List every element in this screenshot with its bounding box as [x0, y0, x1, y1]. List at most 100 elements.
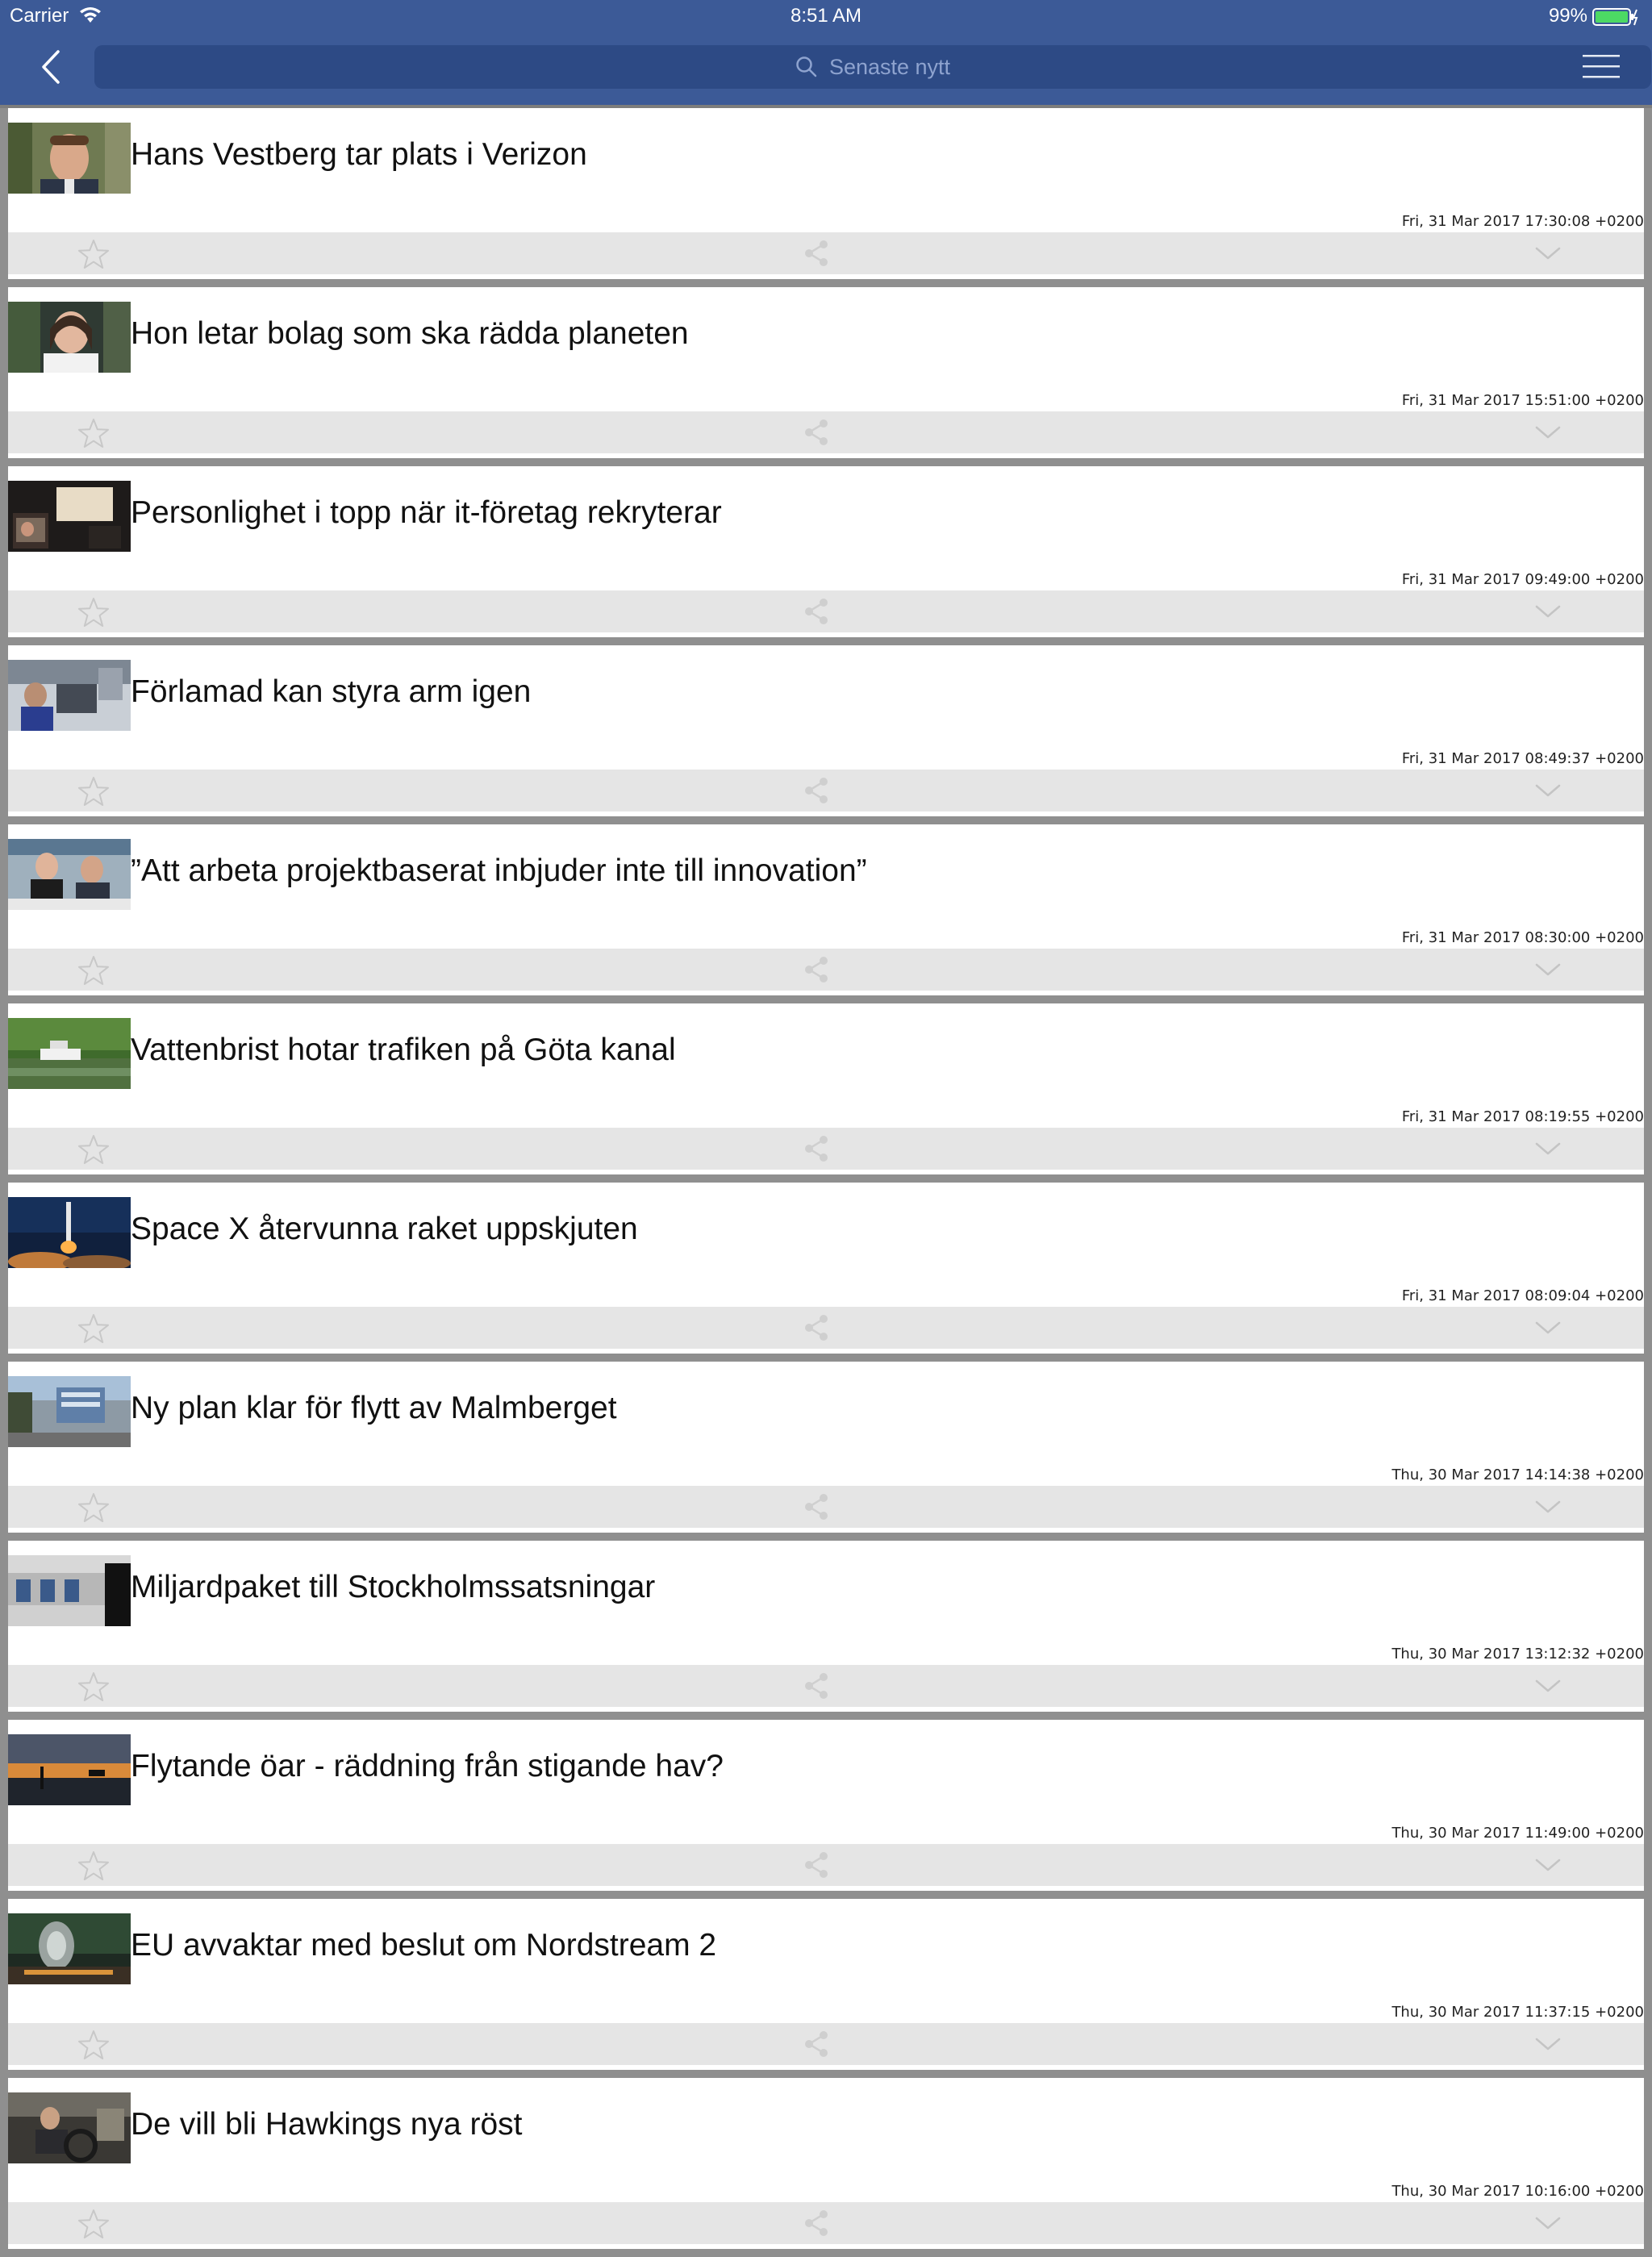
article-title[interactable]: EU avvaktar med beslut om Nordstream 2	[131, 1928, 1631, 1963]
article-card[interactable]: Flytande öar - räddning från stigande ha…	[8, 1720, 1644, 1891]
article-thumbnail[interactable]	[8, 1913, 131, 1984]
star-icon[interactable]	[77, 1134, 110, 1165]
star-icon[interactable]	[77, 2030, 110, 2060]
chevron-down-icon[interactable]	[1534, 2036, 1562, 2052]
article-card[interactable]: ”Att arbeta projektbaserat inbjuder inte…	[8, 824, 1644, 995]
article-card[interactable]: Personlighet i topp när it-företag rekry…	[8, 466, 1644, 637]
share-icon[interactable]	[802, 1134, 831, 1163]
chevron-down-icon[interactable]	[1534, 1499, 1562, 1515]
search-icon	[796, 56, 817, 77]
share-icon[interactable]	[802, 1850, 831, 1879]
chevron-down-icon[interactable]	[1534, 603, 1562, 620]
chevron-down-icon[interactable]	[1534, 1678, 1562, 1694]
article-action-bar	[8, 2023, 1644, 2065]
article-action-bar	[8, 1307, 1644, 1349]
article-thumbnail[interactable]	[8, 302, 131, 373]
article-action-bar	[8, 1844, 1644, 1886]
article-date: Fri, 31 Mar 2017 08:49:37 +0200	[1401, 750, 1644, 767]
battery-percent: 99%	[1548, 5, 1587, 27]
article-card[interactable]: Hon letar bolag som ska rädda planeten Fr…	[8, 287, 1644, 458]
chevron-down-icon[interactable]	[1534, 1857, 1562, 1873]
star-icon[interactable]	[77, 1671, 110, 1702]
share-icon[interactable]	[802, 418, 831, 447]
article-title[interactable]: ”Att arbeta projektbaserat inbjuder inte…	[131, 853, 1631, 889]
article-date: Thu, 30 Mar 2017 13:12:32 +0200	[1391, 1646, 1644, 1663]
article-title[interactable]: Space X återvunna raket uppskjuten	[131, 1212, 1631, 1247]
article-action-bar	[8, 2202, 1644, 2244]
article-title[interactable]: Personlighet i topp när it-företag rekry…	[131, 495, 1631, 531]
article-title[interactable]: Vattenbrist hotar trafiken på Göta kanal	[131, 1033, 1631, 1068]
navigation-header: Carrier 8:51 AM 99% Senaste nytt	[0, 0, 1652, 105]
chevron-down-icon[interactable]	[1534, 1141, 1562, 1157]
star-icon[interactable]	[77, 776, 110, 807]
article-card[interactable]: Ny plan klar för flytt av Malmberget Thu,…	[8, 1362, 1644, 1533]
star-icon[interactable]	[77, 1313, 110, 1344]
article-title[interactable]: Förlamad kan styra arm igen	[131, 674, 1631, 710]
chevron-down-icon[interactable]	[1534, 1320, 1562, 1336]
article-thumbnail[interactable]	[8, 1555, 131, 1626]
article-card[interactable]: Space X återvunna raket uppskjuten Fri, 3…	[8, 1183, 1644, 1354]
article-thumbnail[interactable]	[8, 2092, 131, 2163]
battery-icon	[1592, 8, 1638, 26]
share-icon[interactable]	[802, 1492, 831, 1521]
article-title[interactable]: Ny plan klar för flytt av Malmberget	[131, 1391, 1631, 1426]
article-card[interactable]: Miljardpaket till Stockholmssatsningar Th…	[8, 1541, 1644, 1712]
share-icon[interactable]	[802, 2030, 831, 2059]
article-card[interactable]: De vill bli Hawkings nya röst Thu, 30 Mar…	[8, 2078, 1644, 2249]
star-icon[interactable]	[77, 239, 110, 269]
article-thumbnail[interactable]	[8, 1734, 131, 1805]
share-icon[interactable]	[802, 239, 831, 268]
share-icon[interactable]	[802, 2209, 831, 2238]
chevron-down-icon[interactable]	[1534, 245, 1562, 261]
chevron-down-icon[interactable]	[1534, 782, 1562, 799]
chevron-left-icon[interactable]	[39, 48, 63, 86]
article-action-bar	[8, 411, 1644, 453]
star-icon[interactable]	[77, 597, 110, 628]
star-icon[interactable]	[77, 955, 110, 986]
article-thumbnail[interactable]	[8, 481, 131, 552]
article-card[interactable]: EU avvaktar med beslut om Nordstream 2 Th…	[8, 1899, 1644, 2070]
share-icon[interactable]	[802, 597, 831, 626]
article-action-bar	[8, 1128, 1644, 1170]
star-icon[interactable]	[77, 1492, 110, 1523]
hamburger-menu-icon[interactable]	[1583, 53, 1620, 79]
article-thumbnail[interactable]	[8, 1018, 131, 1089]
star-icon[interactable]	[77, 1850, 110, 1881]
article-title[interactable]: Hans Vestberg tar plats i Verizon	[131, 137, 1631, 173]
article-date: Fri, 31 Mar 2017 09:49:00 +0200	[1401, 571, 1644, 588]
article-list: Hans Vestberg tar plats i Verizon Fri, 31…	[8, 108, 1644, 2257]
star-icon[interactable]	[77, 2209, 110, 2239]
share-icon[interactable]	[802, 1671, 831, 1700]
search-placeholder-row: Senaste nytt	[94, 45, 1651, 89]
chevron-down-icon[interactable]	[1534, 424, 1562, 440]
article-date: Thu, 30 Mar 2017 14:14:38 +0200	[1391, 1466, 1644, 1483]
article-thumbnail[interactable]	[8, 123, 131, 194]
share-icon[interactable]	[802, 955, 831, 984]
article-action-bar	[8, 770, 1644, 811]
article-thumbnail[interactable]	[8, 1376, 131, 1447]
article-card[interactable]: Förlamad kan styra arm igen Fri, 31 Mar 2…	[8, 645, 1644, 816]
article-thumbnail[interactable]	[8, 839, 131, 910]
star-icon[interactable]	[77, 418, 110, 448]
article-card[interactable]: Vattenbrist hotar trafiken på Göta kanal…	[8, 1003, 1644, 1174]
article-action-bar	[8, 590, 1644, 632]
article-action-bar	[8, 949, 1644, 991]
article-title[interactable]: De vill bli Hawkings nya röst	[131, 2107, 1631, 2142]
article-thumbnail[interactable]	[8, 660, 131, 731]
article-date: Thu, 30 Mar 2017 11:37:15 +0200	[1391, 2004, 1644, 2021]
article-card[interactable]: Hans Vestberg tar plats i Verizon Fri, 31…	[8, 108, 1644, 279]
article-title[interactable]: Hon letar bolag som ska rädda planeten	[131, 316, 1631, 352]
article-action-bar	[8, 1486, 1644, 1528]
article-date: Thu, 30 Mar 2017 10:16:00 +0200	[1391, 2183, 1644, 2200]
share-icon[interactable]	[802, 1313, 831, 1342]
article-action-bar	[8, 1665, 1644, 1707]
chevron-down-icon[interactable]	[1534, 2215, 1562, 2231]
article-title[interactable]: Flytande öar - räddning från stigande ha…	[131, 1749, 1631, 1784]
article-thumbnail[interactable]	[8, 1197, 131, 1268]
status-bar: Carrier 8:51 AM 99%	[0, 0, 1652, 32]
article-title[interactable]: Miljardpaket till Stockholmssatsningar	[131, 1570, 1631, 1605]
chevron-down-icon[interactable]	[1534, 962, 1562, 978]
article-date: Fri, 31 Mar 2017 08:30:00 +0200	[1401, 929, 1644, 946]
search-input[interactable]: Senaste nytt	[94, 45, 1651, 89]
share-icon[interactable]	[802, 776, 831, 805]
